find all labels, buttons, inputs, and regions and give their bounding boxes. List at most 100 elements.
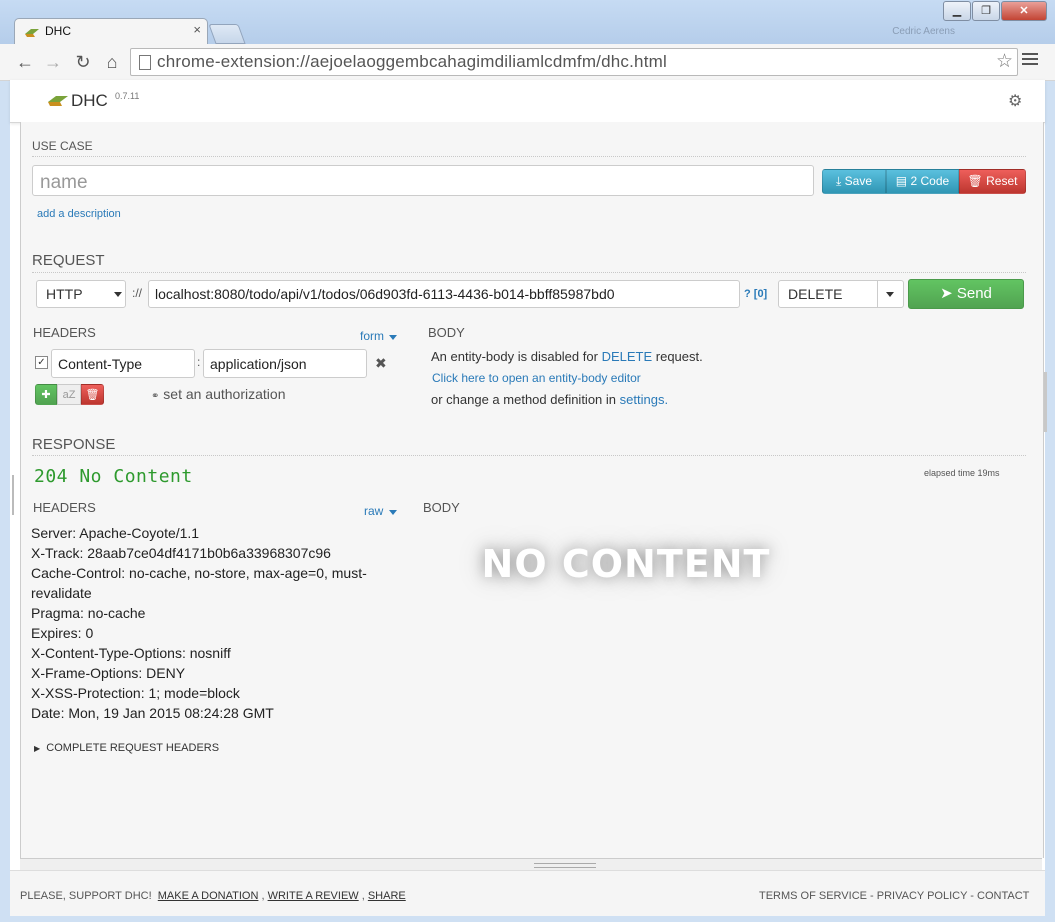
save-label: Save xyxy=(844,174,872,188)
caret-right-icon: ▶ xyxy=(34,744,41,753)
open-body-editor-link[interactable]: Click here to open an entity-body editor xyxy=(432,371,641,385)
contact-link[interactable]: CONTACT xyxy=(977,890,1029,902)
send-label: Send xyxy=(956,285,992,302)
body-msg-prefix: An entity-body is disabled for xyxy=(431,349,598,364)
window-controls: ▁ ❐ ✕ xyxy=(942,1,1047,21)
set-authorization-link[interactable]: ⚭ set an authorization xyxy=(151,386,285,402)
request-body-label: BODY xyxy=(428,325,465,340)
url-help-link[interactable]: ? [0] xyxy=(744,288,767,300)
forward-arrow-icon[interactable]: → xyxy=(42,51,64,73)
complete-request-headers-label: COMPLETE REQUEST HEADERS xyxy=(46,742,220,754)
select-divider xyxy=(877,281,878,307)
tab-title: DHC xyxy=(45,24,71,38)
app-header: DHC 0.7.11 ⚙ xyxy=(10,80,1045,123)
sort-headers-button[interactable]: aZ xyxy=(57,384,81,405)
terms-link[interactable]: TERMS OF SERVICE xyxy=(759,890,867,902)
title-bar: DHC × Cedric Aerens ▁ ❐ ✕ xyxy=(0,0,1055,45)
response-header-line: Date: Mon, 19 Jan 2015 08:24:28 GMT xyxy=(31,705,274,721)
reload-icon[interactable]: ↻ xyxy=(72,51,94,73)
raw-toggle-label: raw xyxy=(364,504,384,518)
settings-link[interactable]: settings. xyxy=(620,392,668,407)
footer-left: PLEASE, SUPPORT DHC! MAKE A DONATION , W… xyxy=(20,890,406,902)
key-icon: ⚭ xyxy=(151,391,160,402)
code-button[interactable]: ▤ 2 Code xyxy=(886,169,959,194)
request-url-input[interactable]: localhost:8080/todo/api/v1/todos/06d903f… xyxy=(148,280,740,308)
browser-window: DHC × Cedric Aerens ▁ ❐ ✕ ← → ↻ ⌂ chrome-e… xyxy=(0,0,1055,922)
tab-close-icon[interactable]: × xyxy=(193,22,201,37)
set-authorization-label: set an authorization xyxy=(163,386,286,402)
add-header-button[interactable]: ✚ xyxy=(35,384,57,405)
change-method-message: or change a method definition in setting… xyxy=(431,392,668,407)
file-icon: ▤ xyxy=(895,174,908,188)
chrome-menu-icon[interactable] xyxy=(1022,53,1038,68)
maximize-button[interactable]: ❐ xyxy=(972,1,1000,21)
address-url[interactable]: chrome-extension://aejoelaoggembcahagimd… xyxy=(157,52,667,72)
share-link[interactable]: SHARE xyxy=(368,890,406,902)
address-bar[interactable]: chrome-extension://aejoelaoggembcahagimd… xyxy=(130,48,1018,76)
chevron-down-icon xyxy=(886,292,894,297)
header-value-input[interactable]: application/json xyxy=(203,349,367,378)
response-header-line: X-Frame-Options: DENY xyxy=(31,665,186,681)
close-window-button[interactable]: ✕ xyxy=(1001,1,1047,21)
body-msg-suffix: request. xyxy=(655,349,703,364)
response-header-line: X-XSS-Protection: 1; mode=block xyxy=(31,685,240,701)
form-toggle[interactable]: form xyxy=(360,329,397,343)
header-colon: : xyxy=(197,355,201,369)
bookmark-star-icon[interactable]: ☆ xyxy=(996,50,1013,73)
back-arrow-icon[interactable]: ← xyxy=(14,51,36,73)
remove-header-icon[interactable]: ✖ xyxy=(375,355,387,372)
response-header-line: X-Track: 28aab7ce04df4171b0b6a33968307c9… xyxy=(31,545,331,561)
dhc-tab-icon xyxy=(25,29,39,37)
change-prefix: or change a method definition in xyxy=(431,392,617,407)
save-button[interactable]: ⤓ Save xyxy=(822,169,886,194)
scheme-value: HTTP xyxy=(46,286,83,302)
body-msg-method[interactable]: DELETE xyxy=(602,349,653,364)
header-name-input[interactable]: Content-Type xyxy=(51,349,195,378)
divider xyxy=(32,455,1026,456)
dhc-app: DHC 0.7.11 ⚙ USE CASE name add a descrip… xyxy=(10,80,1047,916)
method-select[interactable]: DELETE xyxy=(778,280,904,308)
chevron-down-icon xyxy=(389,510,397,515)
app-name: DHC xyxy=(71,91,108,110)
form-toggle-label: form xyxy=(360,329,384,343)
delete-headers-button[interactable]: 🗑 xyxy=(81,384,104,405)
browser-tab[interactable]: DHC × xyxy=(14,18,208,45)
response-label: RESPONSE xyxy=(32,436,116,453)
scrollbar-thumb[interactable] xyxy=(1044,372,1047,432)
support-text: PLEASE, SUPPORT DHC! xyxy=(20,890,152,902)
no-content-watermark: NO CONTENT xyxy=(481,542,771,586)
method-value: DELETE xyxy=(788,286,843,302)
gear-icon[interactable]: ⚙ xyxy=(1008,91,1022,111)
response-header-line: X-Content-Type-Options: nosniff xyxy=(31,645,231,661)
add-description-link[interactable]: add a description xyxy=(37,208,121,220)
vertical-scrollbar[interactable] xyxy=(1043,122,1049,858)
scheme-select[interactable]: HTTP xyxy=(36,280,126,308)
splitter-grip[interactable] xyxy=(534,863,596,868)
scheme-separator: :// xyxy=(132,286,143,300)
response-headers-label: HEADERS xyxy=(33,500,96,515)
code-label: 2 Code xyxy=(910,174,950,188)
elapsed-time: elapsed time 19ms xyxy=(924,468,1000,478)
use-case-name-input[interactable]: name xyxy=(32,165,814,196)
new-tab-button[interactable] xyxy=(208,24,246,44)
minimize-button[interactable]: ▁ xyxy=(943,1,971,21)
chevron-down-icon xyxy=(114,292,122,297)
header-enabled-checkbox[interactable]: ✓ xyxy=(35,356,48,369)
profile-label[interactable]: Cedric Aerens xyxy=(892,26,955,37)
complete-request-headers-toggle[interactable]: ▶ COMPLETE REQUEST HEADERS xyxy=(34,742,219,754)
paper-plane-icon: ➤ xyxy=(940,285,953,302)
request-headers-label: HEADERS xyxy=(33,325,96,340)
privacy-link[interactable]: PRIVACY POLICY xyxy=(877,890,967,902)
download-icon: ⤓ xyxy=(835,174,842,188)
plus-icon: ✚ xyxy=(41,389,51,401)
reset-button[interactable]: 🗑 Reset xyxy=(959,169,1026,194)
home-icon[interactable]: ⌂ xyxy=(101,51,123,73)
review-link[interactable]: WRITE A REVIEW xyxy=(268,890,359,902)
raw-toggle[interactable]: raw xyxy=(364,504,397,518)
left-resize-handle[interactable] xyxy=(12,475,14,515)
donation-link[interactable]: MAKE A DONATION xyxy=(158,890,259,902)
response-header-line: Pragma: no-cache xyxy=(31,605,146,621)
dhc-logo-icon xyxy=(48,96,68,106)
send-button[interactable]: ➤ Send xyxy=(908,279,1024,309)
main-content: USE CASE name add a description ⤓ Save ▤… xyxy=(20,122,1044,858)
